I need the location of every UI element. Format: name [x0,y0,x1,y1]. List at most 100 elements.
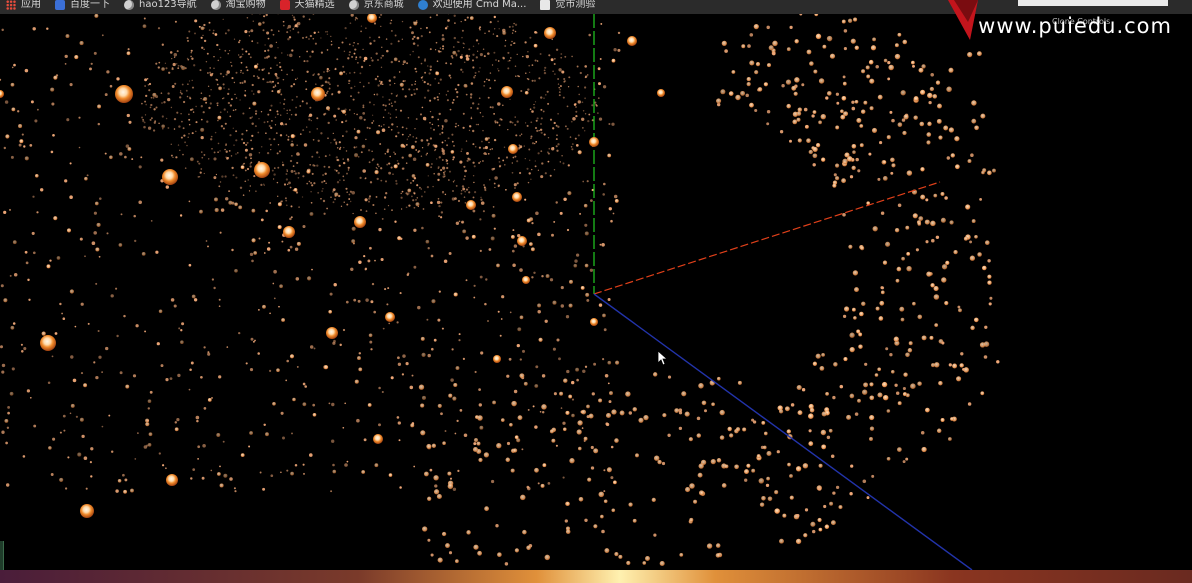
particle [304,385,307,388]
particle [588,113,591,116]
particle [400,196,403,199]
particle [243,162,246,165]
bookmark-baidu[interactable]: 百度一下 [49,0,118,12]
particle [373,39,376,43]
glowing-sphere [466,200,476,210]
particle [356,113,358,116]
particle [442,441,446,446]
particle [313,73,316,75]
bookmark-taobao[interactable]: 淘宝购物 [205,0,274,12]
particle [553,63,556,65]
particle [7,411,10,415]
particle [674,408,680,413]
particle [224,122,227,125]
particle [452,396,457,401]
particle [56,256,61,260]
webgl-particle-canvas[interactable] [0,14,1192,570]
particle [110,450,114,453]
particle [281,318,286,322]
particle [812,146,818,152]
particle [218,185,221,188]
particle [177,144,180,146]
particle [188,96,191,99]
particle [342,70,346,74]
particle [474,370,477,374]
particle [23,347,27,351]
bookmark-tmall[interactable]: 天猫精选 [274,0,343,12]
particle [217,151,219,153]
particle [226,346,229,348]
particle [524,198,527,201]
particle [32,27,36,31]
particle [868,152,872,156]
particle [244,94,247,97]
particle [431,443,437,448]
particle [441,141,444,144]
particle [328,154,331,156]
particle [250,337,254,341]
particle [200,26,205,31]
particle [120,213,123,216]
bookmark-cmd-markdown[interactable]: 欢迎使用 Cmd Ma... [412,0,535,12]
particle [940,217,946,223]
particle [401,126,404,129]
particle [241,53,244,56]
particle [337,46,340,49]
particle [350,95,352,97]
particle [433,489,440,495]
particle [173,304,177,308]
particle [391,123,394,126]
particle [175,156,178,159]
bookmark-hao123[interactable]: hao123导航 [118,0,205,12]
particle [302,175,305,178]
particle [336,58,339,61]
particle [921,335,927,341]
particle [350,14,354,17]
particle [352,212,354,215]
particle [540,131,543,134]
particle [614,552,619,557]
particle [51,355,54,358]
particle [305,102,308,105]
particle [109,155,113,160]
particle [283,98,286,101]
particle [440,201,443,204]
particle [285,199,288,202]
particle [455,366,460,371]
bookmark-jd[interactable]: 京东商城 [343,0,412,12]
particle [217,59,220,62]
particle [317,191,320,194]
particle [826,91,832,96]
particle [473,296,476,299]
particle [489,72,492,74]
particle [422,526,428,532]
particle [890,171,894,175]
particle [420,76,423,79]
particle [531,79,534,82]
particle [306,126,308,128]
bookmark-test[interactable]: 觉市测验 [534,0,603,12]
particle [510,468,515,473]
particle [216,433,221,437]
particle [52,133,55,137]
particle [234,93,236,96]
particle [301,100,304,103]
particle [328,402,331,405]
particle [774,508,780,514]
particle [463,83,468,88]
bookmark-apps[interactable]: 应用 [0,0,49,12]
particle [741,44,746,49]
particle [279,134,283,137]
particle [879,141,883,145]
particle [216,104,219,107]
particle [872,37,877,42]
particle [862,389,868,395]
particle [979,198,982,201]
particle [54,332,58,335]
particle [424,71,427,74]
particle [485,278,488,281]
particle [93,51,97,55]
particle [526,218,531,223]
particle [337,107,340,111]
particle [323,71,325,73]
